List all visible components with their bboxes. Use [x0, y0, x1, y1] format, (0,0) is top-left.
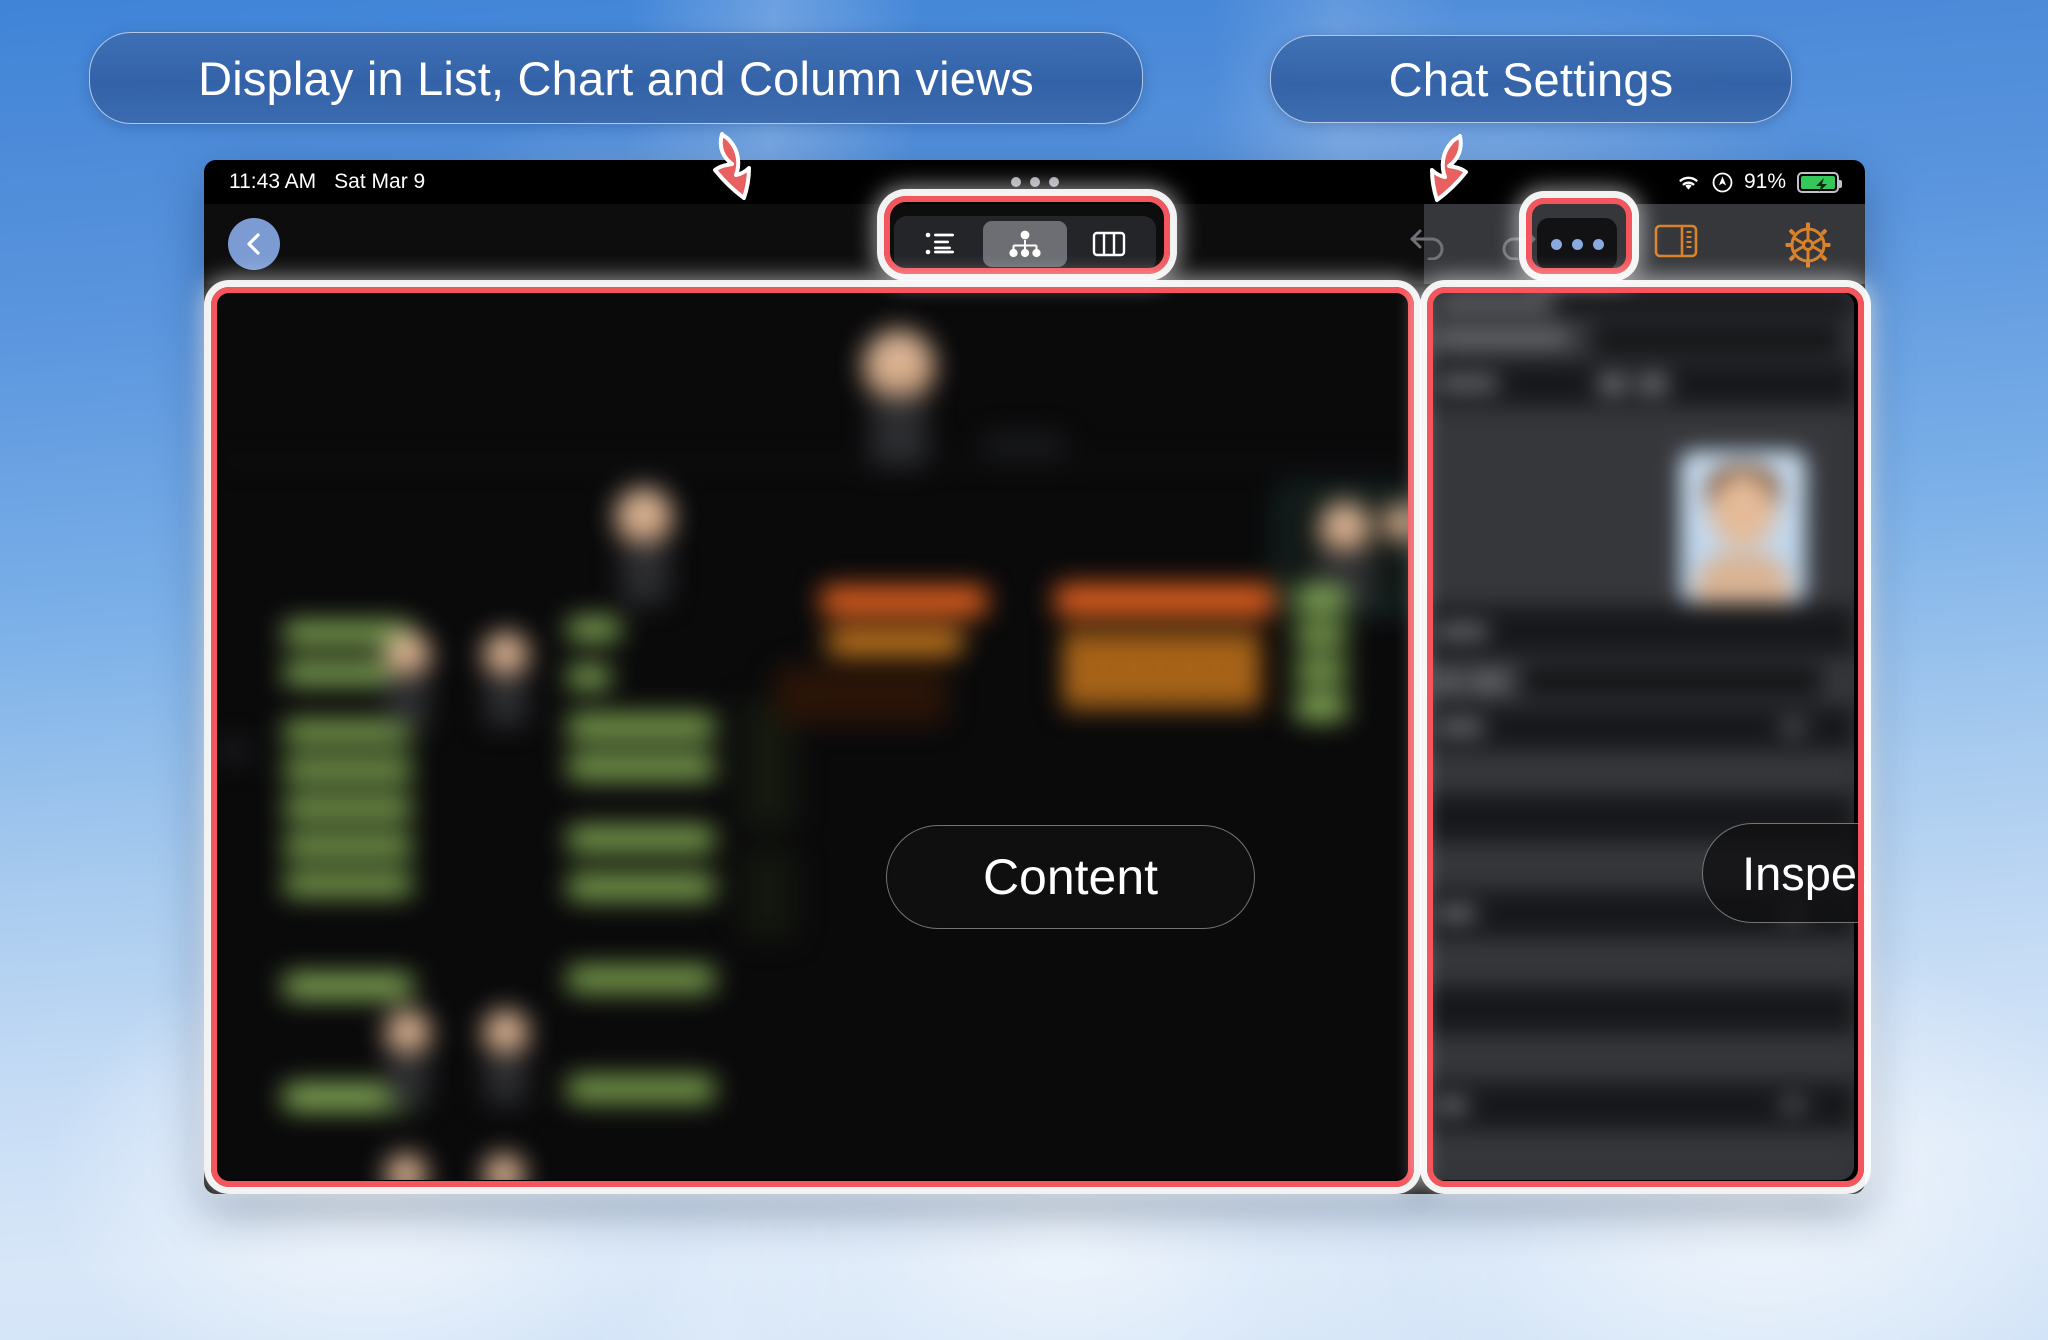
org-chart-canvas[interactable] — [215, 292, 1410, 1180]
undo-redo-group — [1407, 224, 1539, 260]
gear-icon — [1785, 222, 1831, 268]
segment-column-view[interactable] — [1067, 221, 1151, 267]
location-icon — [1712, 172, 1733, 193]
more-dot — [1592, 238, 1604, 250]
chevron-left-icon — [247, 233, 260, 255]
handle-dot — [1029, 177, 1040, 187]
segment-chart-view[interactable] — [983, 221, 1067, 267]
handle-dot — [1010, 177, 1021, 187]
app-toolbar — [204, 204, 1865, 284]
content-pane[interactable] — [215, 292, 1410, 1180]
segment-list-view[interactable] — [899, 221, 983, 267]
callout-display-views-label: Display in List, Chart and Column views — [198, 51, 1034, 105]
callout-chat-settings-label: Chat Settings — [1388, 52, 1674, 106]
back-button[interactable] — [228, 218, 280, 270]
view-mode-segmented-control[interactable] — [894, 216, 1156, 272]
content-annotation-label: Content — [982, 849, 1159, 905]
list-bullet-icon — [925, 232, 954, 255]
inspector-form[interactable] — [1422, 292, 1854, 1180]
status-bar-right: 91% — [1676, 170, 1842, 194]
inspector-annotation-label: Inspectors — [1742, 846, 1865, 900]
wifi-icon — [1676, 173, 1701, 192]
more-dot — [1571, 238, 1583, 250]
status-date: Sat Mar 9 — [334, 170, 426, 193]
toolbar-left-background — [204, 204, 1424, 284]
ipad-window: 11:43 AM Sat Mar 9 91% Content Inspe — [204, 160, 1865, 1194]
org-chart-icon — [1009, 230, 1041, 258]
callout-chat-settings: Chat Settings — [1270, 35, 1792, 123]
battery-charging-icon — [1797, 171, 1842, 193]
content-annotation-pill: Content — [886, 825, 1255, 929]
handle-dot — [1048, 177, 1059, 187]
status-bar-left: 11:43 AM Sat Mar 9 — [229, 170, 425, 194]
pointer-arrow-views — [713, 132, 751, 200]
sidebar-right-icon — [1654, 224, 1698, 258]
battery-percent-label: 91% — [1743, 170, 1786, 193]
settings-button[interactable] — [1785, 222, 1831, 273]
more-dot — [1550, 238, 1562, 250]
status-time: 11:43 AM — [229, 170, 317, 193]
more-options-button[interactable] — [1537, 218, 1617, 270]
callout-display-views: Display in List, Chart and Column views — [89, 32, 1143, 124]
pointer-arrow-chat-settings — [1430, 134, 1468, 202]
columns-icon — [1092, 231, 1126, 257]
inspector-pane[interactable] — [1422, 292, 1854, 1180]
contact-portrait — [1680, 451, 1806, 603]
undo-arrow-icon[interactable] — [1407, 224, 1449, 260]
multitasking-handle[interactable] — [1010, 177, 1059, 187]
portrait-head — [1711, 473, 1775, 547]
inspector-annotation-pill: Inspectors — [1702, 823, 1865, 923]
portrait-torso — [1696, 553, 1790, 603]
sidebar-toggle-button[interactable] — [1654, 224, 1698, 263]
status-bar: 11:43 AM Sat Mar 9 91% — [204, 160, 1865, 204]
redo-arrow-icon[interactable] — [1497, 224, 1539, 260]
